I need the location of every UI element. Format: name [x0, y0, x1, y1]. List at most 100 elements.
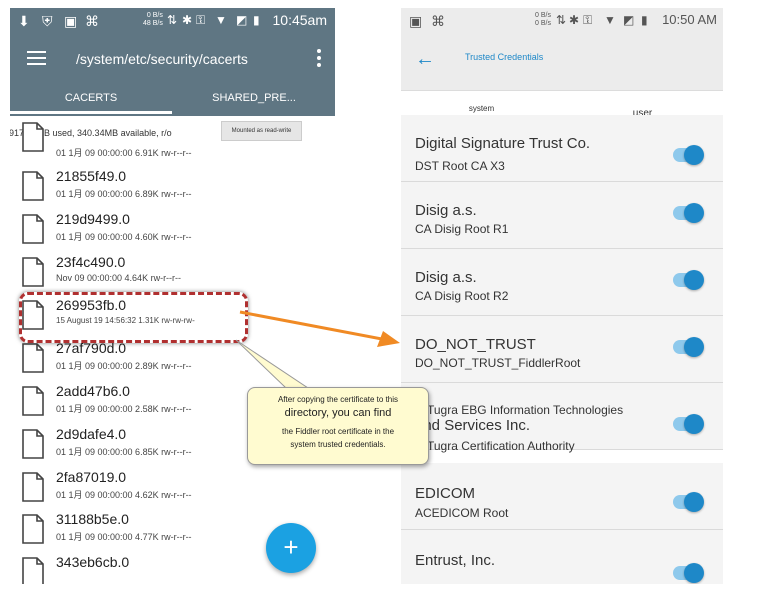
file-meta: Nov 09 00:00:00 4.64K rw-r--r-- [56, 273, 182, 283]
path-title: /system/etc/security/cacerts [76, 51, 248, 67]
cert-name: ACEDICOM Root [415, 506, 509, 520]
file-name: 343eb6cb.0 [56, 554, 130, 570]
battery-icon: ▮ [253, 13, 260, 27]
net-up: 0 B/s [146, 12, 163, 19]
file-icon [22, 171, 44, 201]
cert-org: EDICOM [415, 485, 475, 502]
screenshot-canvas: ⬇ ⛨ ▣ ⌘ 0 B/s 48 B/s ⇅ ✱ ⚿ ▼ ◩ ▮ 10:45am… [0, 0, 760, 598]
menu-icon[interactable] [27, 51, 46, 65]
tab-system[interactable]: system [401, 104, 562, 113]
clock: 10:50 AM [662, 12, 717, 27]
download-icon: ⬇ [18, 13, 30, 29]
cert-name: CA Disig Root R2 [415, 289, 509, 303]
file-meta: 01 1月 09 00:00:00 6.91K rw-r--r-- [56, 148, 192, 158]
cert-toggle[interactable] [673, 203, 704, 223]
cert-name: DO_NOT_TRUST_FiddlerRoot [415, 356, 581, 370]
key-icon: ⚿ [196, 13, 206, 27]
cert-toggle[interactable] [673, 337, 704, 357]
tab-indicator [10, 111, 172, 114]
page-title: Trusted Credentials [465, 52, 544, 62]
cert-item[interactable]: E-Tugra EBG Information Technologies and… [401, 383, 723, 453]
file-name: 2add47b6.0 [56, 383, 130, 399]
file-name: 23f4c490.0 [56, 254, 126, 270]
network-speed: 0 B/s 0 B/s [535, 12, 551, 28]
cert-org: Disig a.s. [415, 269, 477, 286]
file-meta: 01 1月 09 00:00:00 6.89K rw-r--r-- [56, 189, 192, 199]
back-arrow-icon[interactable]: ← [415, 48, 435, 71]
cert-toggle[interactable] [673, 145, 704, 165]
sim-icon: ◩ [236, 13, 248, 27]
toggle-knob [684, 203, 704, 223]
status-bar: ⬇ ⛨ ▣ ⌘ 0 B/s 48 B/s ⇅ ✱ ⚿ ▼ ◩ ▮ 10:45am [10, 8, 335, 34]
cert-toggle[interactable] [673, 563, 704, 583]
bluetooth-icon: ✱ [569, 13, 580, 27]
file-name: 21855f49.0 [56, 168, 127, 184]
command-icon: ⌘ [85, 13, 99, 29]
cert-item[interactable]: EDICOM ACEDICOM Root [401, 463, 723, 530]
image-icon: ▣ [409, 13, 423, 29]
cert-org: E-Tugra EBG Information Technologies [415, 403, 624, 417]
cert-item[interactable]: Disig a.s. CA Disig Root R1 [401, 182, 723, 249]
file-icon [22, 386, 44, 416]
network-speed: 0 B/s 48 B/s [143, 12, 163, 28]
cert-org: DO_NOT_TRUST [415, 336, 536, 353]
cert-toggle[interactable] [673, 270, 704, 290]
file-meta: 01 1月 09 00:00:00 4.60K rw-r--r-- [56, 232, 192, 242]
command-icon: ⌘ [431, 13, 445, 29]
toggle-knob [684, 337, 704, 357]
callout-line-3: the Fiddler root certificate in the [281, 427, 395, 436]
more-options-icon[interactable] [317, 49, 321, 70]
cert-item[interactable]: DO_NOT_TRUST DO_NOT_TRUST_FiddlerRoot [401, 316, 723, 383]
callout-line-4: system trusted credentials. [290, 440, 386, 449]
net-down: 48 B/s [143, 20, 163, 27]
file-icon [22, 122, 44, 152]
data-arrows-icon: ⇅ [167, 13, 178, 27]
cert-item[interactable]: Digital Signature Trust Co. DST Root CA … [401, 115, 723, 182]
key-icon: ⚿ [583, 13, 593, 27]
highlight-box [19, 292, 248, 343]
app-bar: /system/etc/security/cacerts [10, 34, 335, 88]
net-up: 0 B/s [535, 12, 551, 19]
file-name: 2d9dafe4.0 [56, 426, 127, 442]
file-meta: 01 1月 09 00:00:00 6.85K rw-r--r-- [56, 447, 192, 457]
add-fab-button[interactable]: + [266, 523, 316, 573]
cert-toggle[interactable] [673, 414, 704, 434]
data-arrows-icon: ⇅ [556, 13, 567, 27]
list-item[interactable]: 23f4c490.0 Nov 09 00:00:00 4.64K rw-r--r… [10, 251, 335, 291]
callout-line-2: directory, you can find [284, 407, 392, 419]
tab-shared-prefs[interactable]: SHARED_PRE... [173, 92, 335, 104]
callout-tail [235, 339, 310, 389]
image-icon: ▣ [64, 13, 78, 29]
status-bar: ▣ ⌘ 0 B/s 0 B/s ⇅ ✱ ⚿ ▼ ◩ ▮ 10:50 AM [401, 8, 723, 34]
file-name: 2fa87019.0 [56, 469, 127, 485]
toggle-knob [684, 414, 704, 434]
toggle-knob [684, 270, 704, 290]
toggle-knob [684, 563, 704, 583]
callout-line-1: After copying the certificate to this [277, 395, 399, 404]
file-meta: 01 1月 09 00:00:00 2.58K rw-r--r-- [56, 404, 192, 414]
net-down: 0 B/s [535, 20, 551, 27]
cert-org-line2: and Services Inc. [415, 417, 531, 434]
cert-name: CA Disig Root R1 [415, 222, 509, 236]
file-icon [22, 214, 44, 244]
cert-org: Digital Signature Trust Co. [415, 135, 591, 152]
file-meta: 01 1月 09 00:00:00 2.89K rw-r--r-- [56, 361, 192, 371]
list-item[interactable]: 21855f49.0 01 1月 09 00:00:00 6.89K rw-r-… [10, 165, 335, 205]
list-item[interactable]: 2fa87019.0 01 1月 09 00:00:00 4.62K rw-r-… [10, 466, 335, 506]
file-meta: 01 1月 09 00:00:00 4.77K rw-r--r-- [56, 532, 192, 542]
bluetooth-icon: ✱ [182, 13, 193, 27]
clock: 10:45am [272, 12, 327, 28]
file-name: 219d9499.0 [56, 211, 130, 227]
file-icon [22, 343, 44, 373]
cert-org: Disig a.s. [415, 202, 477, 219]
cert-item[interactable]: Disig a.s. CA Disig Root R2 [401, 249, 723, 316]
shield-icon: ⛨ [42, 13, 53, 29]
cert-toggle[interactable] [673, 492, 704, 512]
list-item[interactable]: 219d9499.0 01 1月 09 00:00:00 4.60K rw-r-… [10, 208, 335, 248]
annotation-callout: After copying the certificate to this di… [247, 387, 429, 465]
tab-cacerts[interactable]: CACERTS [10, 92, 172, 104]
wifi-icon: ▼ [604, 13, 616, 27]
cert-org: Entrust, Inc. [415, 552, 496, 569]
cert-item[interactable]: Entrust, Inc. [401, 530, 723, 584]
trusted-credentials-screen: ▣ ⌘ 0 B/s 0 B/s ⇅ ✱ ⚿ ▼ ◩ ▮ 10:50 AM ← T… [401, 8, 723, 584]
